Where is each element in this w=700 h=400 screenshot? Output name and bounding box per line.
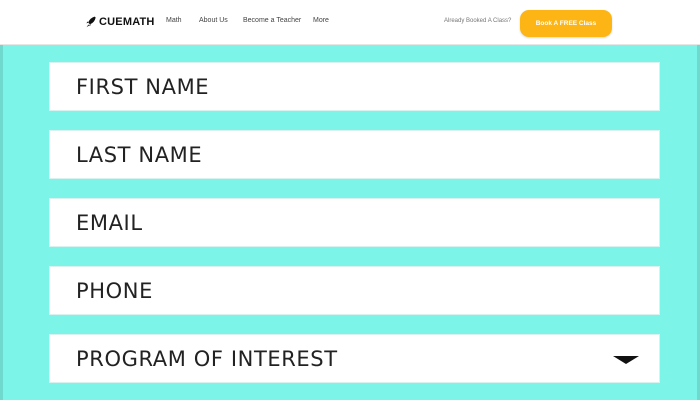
top-navbar: CUEMATH Math About Us Become a Teacher M… [0,0,700,45]
form-left-edge [0,44,3,400]
page: CUEMATH Math About Us Become a Teacher M… [0,0,700,400]
last-name-field [49,130,660,179]
nav-item-math[interactable]: Math [166,17,182,24]
phone-field [49,266,660,315]
last-name-input[interactable] [50,131,659,178]
program-of-interest-field: PROGRAM OF INTEREST [49,334,660,383]
nav-item-more[interactable]: More [313,17,329,24]
brand-logo[interactable]: CUEMATH [86,14,155,30]
nav-item-become-a-teacher[interactable]: Become a Teacher [243,17,301,24]
already-booked-link[interactable]: Already Booked A Class? [444,18,511,24]
email-input[interactable] [50,199,659,246]
signup-form: PROGRAM OF INTEREST [0,44,700,400]
email-field [49,198,660,247]
program-of-interest-select[interactable]: PROGRAM OF INTEREST [50,335,659,382]
first-name-input[interactable] [50,63,659,110]
nav-item-about-us[interactable]: About Us [199,17,228,24]
rocket-icon [86,16,96,28]
brand-name: CUEMATH [99,16,155,28]
phone-input[interactable] [50,267,659,314]
first-name-field [49,62,660,111]
book-free-class-button[interactable]: Book A FREE Class [520,10,612,37]
